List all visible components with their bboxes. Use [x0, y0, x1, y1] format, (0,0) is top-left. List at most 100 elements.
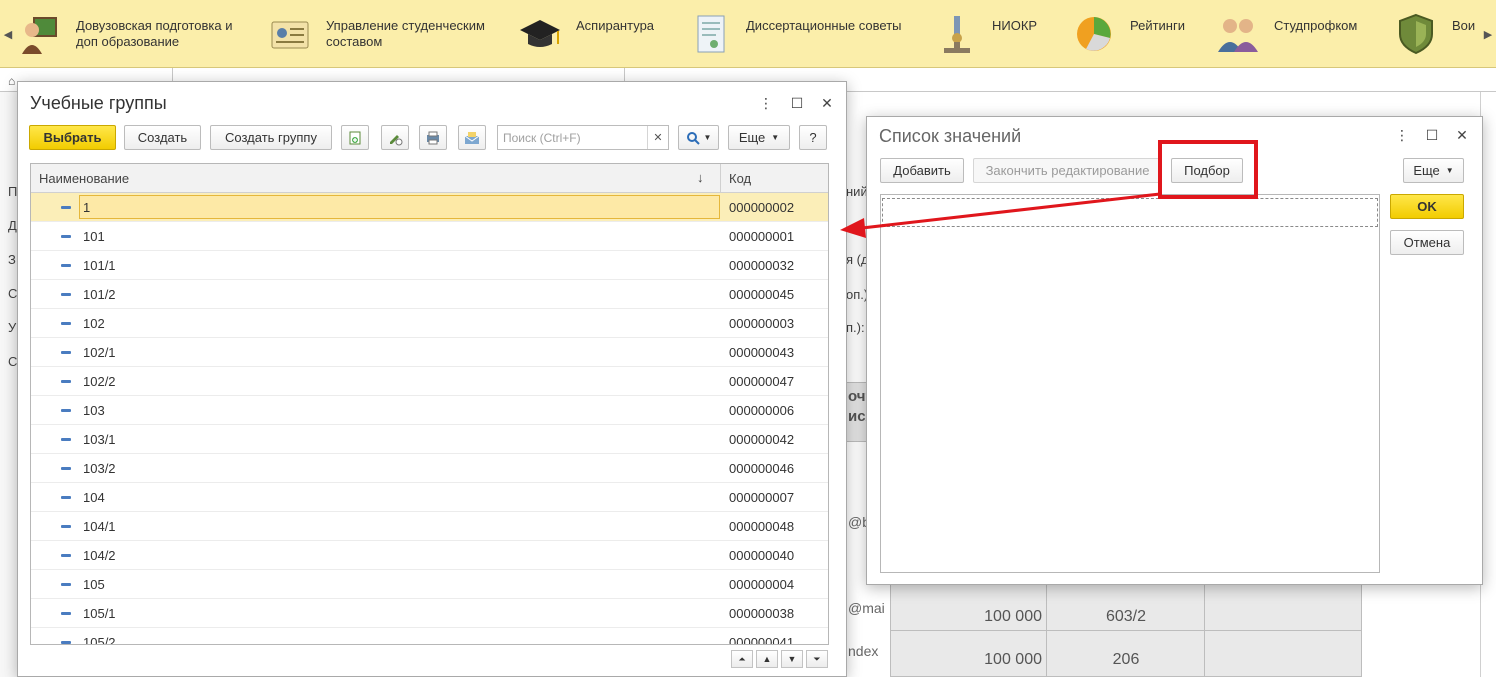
table-row[interactable]: 105/2 000000041 — [31, 628, 828, 644]
more-button[interactable]: Еще ▼ — [728, 125, 790, 150]
item-icon — [61, 293, 71, 296]
search-input[interactable] — [498, 126, 648, 149]
scroll-top-icon: ⏶ — [738, 653, 746, 664]
row-name: 1 — [83, 200, 91, 215]
create-group-button[interactable]: Создать группу — [210, 125, 332, 150]
chevron-down-icon: ▼ — [771, 133, 780, 142]
more-button-label: Еще — [1413, 163, 1440, 178]
home-icon[interactable]: ⌂ — [8, 74, 15, 88]
item-icon — [61, 496, 71, 499]
background-cell-group: 206 — [1112, 651, 1140, 668]
row-name: 104/1 — [83, 519, 116, 534]
mail-button[interactable] — [458, 125, 486, 150]
teacher-icon — [18, 12, 62, 56]
table-row[interactable]: 103/1 000000042 — [31, 425, 828, 454]
copy-icon — [349, 131, 361, 144]
shield-icon — [1394, 12, 1438, 56]
row-code: 000000007 — [729, 490, 795, 505]
row-code: 000000041 — [729, 635, 795, 644]
close-icon[interactable]: ✕ — [817, 93, 837, 113]
more-button[interactable]: Еще ▼ — [1403, 158, 1464, 183]
select-button[interactable]: Выбрать — [29, 125, 116, 150]
table-row[interactable]: 102/2 000000047 — [31, 367, 828, 396]
groups-table: Наименование ↓ Код 1 000000002 101 00000000… — [30, 163, 829, 645]
row-name: 105/2 — [83, 635, 116, 644]
column-divider[interactable] — [720, 164, 721, 193]
column-header-code[interactable]: Код — [729, 171, 751, 186]
table-row[interactable]: 101 000000001 — [31, 222, 828, 251]
item-icon — [61, 206, 71, 209]
table-row[interactable]: 102 000000003 — [31, 309, 828, 338]
maximize-icon[interactable]: ☐ — [1422, 125, 1442, 145]
chevron-up-icon: ▲ — [762, 654, 772, 664]
item-icon — [61, 409, 71, 412]
scroll-left-icon[interactable]: ◀ — [0, 0, 16, 68]
table-row[interactable]: 103/2 000000046 — [31, 454, 828, 483]
background-label: Д — [8, 218, 17, 233]
create-button[interactable]: Создать — [124, 125, 201, 150]
section-label: Диссертационные советы — [746, 18, 902, 33]
table-row[interactable]: 104 000000007 — [31, 483, 828, 512]
table-row[interactable]: 103 000000006 — [31, 396, 828, 425]
more-actions-icon[interactable]: ⋮ — [1392, 125, 1412, 145]
chevron-down-icon: ▼ — [787, 654, 797, 664]
microscope-icon — [934, 12, 978, 56]
table-row[interactable]: 104/1 000000048 — [31, 512, 828, 541]
help-button[interactable]: ? — [799, 125, 827, 150]
clear-search-icon[interactable]: ✕ — [647, 126, 668, 149]
value-row-edit[interactable] — [882, 198, 1378, 227]
background-cell: ndex — [848, 643, 879, 659]
item-icon — [61, 583, 71, 586]
people-icon — [1216, 12, 1260, 56]
table-body: 1 000000002 101 000000001 101/1 000000032 101/… — [31, 193, 828, 644]
add-button[interactable]: Добавить — [880, 158, 964, 183]
sort-arrow-icon: ↓ — [697, 170, 704, 185]
table-row[interactable]: 105 000000004 — [31, 570, 828, 599]
scroll-right-icon[interactable]: ▶ — [1480, 0, 1496, 68]
scroll-top-button[interactable]: ⏶ — [731, 650, 753, 668]
table-row[interactable]: 102/1 000000043 — [31, 338, 828, 367]
row-name: 105/1 — [83, 606, 116, 621]
close-icon[interactable]: ✕ — [1452, 125, 1472, 145]
background-label: оп.) — [846, 287, 869, 302]
print-button[interactable] — [419, 125, 447, 150]
sections-panel: ◀ Довузовская подготовка и доп образован… — [0, 0, 1496, 68]
background-row-divider — [890, 630, 1362, 631]
maximize-icon[interactable]: ☐ — [787, 93, 807, 113]
pick-button[interactable]: Подбор — [1171, 158, 1243, 183]
scroll-bottom-button[interactable]: ⏷ — [806, 650, 828, 668]
row-code: 000000006 — [729, 403, 795, 418]
scroll-up-button[interactable]: ▲ — [756, 650, 778, 668]
section-label: Управление студенческим составом — [326, 18, 485, 49]
column-header-name[interactable]: Наименование — [39, 171, 129, 186]
item-icon — [61, 525, 71, 528]
finish-editing-button[interactable]: Закончить редактирование — [973, 158, 1162, 183]
chevron-down-icon: ▼ — [703, 133, 712, 142]
table-row[interactable]: 101/1 000000032 — [31, 251, 828, 280]
row-name: 101 — [83, 229, 105, 244]
scroll-down-button[interactable]: ▼ — [781, 650, 803, 668]
pie-chart-icon — [1072, 12, 1116, 56]
edit-button[interactable] — [381, 125, 409, 150]
ok-button[interactable]: OK — [1390, 194, 1464, 219]
background-cell-amount: 100 000 — [984, 651, 1042, 668]
cancel-button[interactable]: Отмена — [1390, 230, 1464, 255]
table-row[interactable]: 101/2 000000045 — [31, 280, 828, 309]
table-row[interactable]: 1 000000002 — [31, 193, 828, 222]
chevron-down-icon: ▼ — [1445, 166, 1454, 175]
item-icon — [61, 235, 71, 238]
item-icon — [61, 467, 71, 470]
row-code: 000000032 — [729, 258, 795, 273]
table-row[interactable]: 104/2 000000040 — [31, 541, 828, 570]
section-label: Вои — [1452, 18, 1476, 33]
window-title: Список значений — [879, 126, 1022, 146]
item-icon — [61, 380, 71, 383]
table-row[interactable]: 105/1 000000038 — [31, 599, 828, 628]
row-name: 105 — [83, 577, 105, 592]
search-options-button[interactable]: ▼ — [678, 125, 719, 150]
row-code: 000000048 — [729, 519, 795, 534]
more-actions-icon[interactable]: ⋮ — [756, 93, 776, 113]
section-label: Довузовская подготовка и доп образование — [76, 18, 233, 49]
background-label: У — [8, 320, 17, 335]
copy-button[interactable] — [341, 125, 369, 150]
